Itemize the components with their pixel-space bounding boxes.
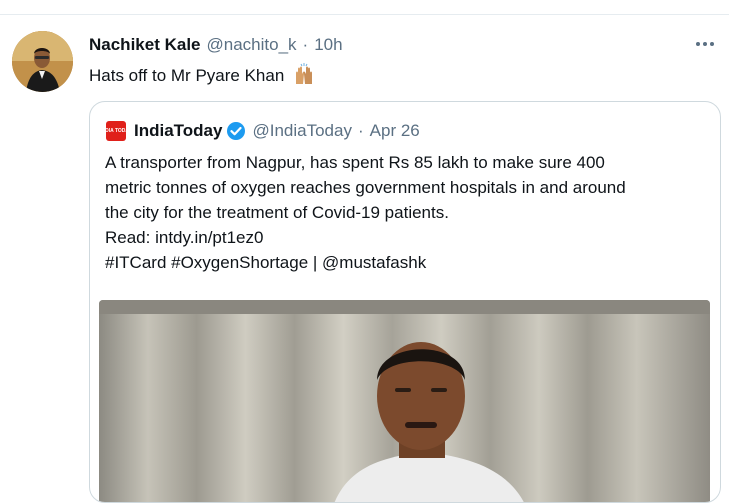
- quoted-hashtags-line[interactable]: #ITCard #OxygenShortage | @mustafashk: [105, 250, 705, 275]
- tweet-time[interactable]: 10h: [314, 35, 342, 55]
- quoted-link-line[interactable]: Read: intdy.in/pt1ez0: [105, 225, 705, 250]
- quoted-author-handle[interactable]: @IndiaToday: [252, 121, 352, 141]
- header-separator: ·: [302, 35, 309, 54]
- tweet-text-content: Hats off to Mr Pyare Khan: [89, 66, 285, 85]
- more-options-button[interactable]: [691, 33, 719, 55]
- quoted-text-line: A transporter from Nagpur, has spent Rs …: [105, 153, 605, 172]
- quoted-text-line: metric tonnes of oxygen reaches governme…: [105, 178, 626, 197]
- quoted-tweet-card[interactable]: INDIA TODAY IndiaToday @IndiaToday · Apr…: [89, 101, 721, 503]
- quoted-tweet-header: INDIA TODAY IndiaToday @IndiaToday · Apr…: [100, 119, 420, 143]
- quoted-author-name[interactable]: IndiaToday: [134, 121, 222, 141]
- more-dot-icon: [696, 42, 700, 46]
- more-dot-icon: [703, 42, 707, 46]
- more-dot-icon: [710, 42, 714, 46]
- man-photo: [99, 300, 710, 502]
- quoted-tweet-image[interactable]: [99, 300, 710, 502]
- avatar-photo: [12, 31, 73, 92]
- author-handle[interactable]: @nachito_k: [207, 35, 297, 55]
- quoted-text-line: the city for the treatment of Covid-19 p…: [105, 203, 449, 222]
- logo-text: INDIA TODAY: [100, 127, 132, 134]
- avatar[interactable]: [12, 31, 73, 92]
- top-divider: [0, 14, 729, 15]
- quoted-tweet-text: A transporter from Nagpur, has spent Rs …: [105, 150, 705, 275]
- quoted-tweet-time[interactable]: Apr 26: [370, 121, 420, 141]
- raising-hands-icon: [293, 63, 315, 91]
- author-name[interactable]: Nachiket Kale: [89, 35, 201, 55]
- india-today-logo-icon: INDIA TODAY: [100, 121, 132, 141]
- tweet-header: Nachiket Kale @nachito_k · 10h: [89, 34, 343, 56]
- quoted-header-separator: ·: [357, 121, 364, 140]
- verified-badge-icon: [226, 121, 246, 141]
- tweet-text: Hats off to Mr Pyare Khan: [89, 63, 315, 91]
